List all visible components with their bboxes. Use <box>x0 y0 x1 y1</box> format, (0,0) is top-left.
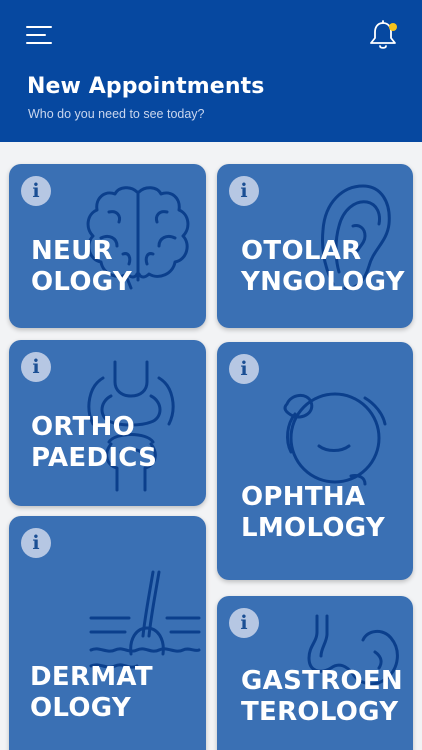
card-title: OPHTHA LMOLOGY <box>241 482 385 544</box>
card-title: OTOLAR YNGOLOGY <box>241 236 405 298</box>
card-otolaryngology[interactable]: i OTOLAR YNGOLOGY <box>217 164 413 328</box>
card-title: GASTROEN TEROLOGY <box>241 666 403 728</box>
card-orthopaedics[interactable]: i ORTHO PAEDICS <box>9 340 206 506</box>
card-title: DERMAT OLOGY <box>30 662 153 724</box>
card-neurology[interactable]: i NEUR OLOGY <box>9 164 206 328</box>
notification-bell-icon[interactable] <box>366 18 400 52</box>
notification-dot <box>389 23 397 31</box>
card-gastroenterology[interactable]: i GASTROEN TEROLOGY <box>217 596 413 750</box>
card-title-line2: YNGOLOGY <box>241 267 405 297</box>
card-title-line1: OPHTHA <box>241 482 366 512</box>
card-dermatology[interactable]: i DERMAT OLOGY <box>9 516 206 750</box>
card-title-line2: TEROLOGY <box>241 697 399 727</box>
info-icon[interactable]: i <box>21 352 51 382</box>
card-title: NEUR OLOGY <box>31 236 132 298</box>
page-title: New Appointments <box>27 74 265 99</box>
info-icon[interactable]: i <box>229 354 259 384</box>
card-title-line1: OTOLAR <box>241 236 362 266</box>
card-title-line1: ORTHO <box>31 412 136 442</box>
page-subtitle: Who do you need to see today? <box>28 107 205 121</box>
hamburger-menu-icon[interactable] <box>26 24 54 46</box>
info-icon[interactable]: i <box>21 176 51 206</box>
info-icon[interactable]: i <box>229 608 259 638</box>
card-title-line2: PAEDICS <box>31 443 158 473</box>
info-icon[interactable]: i <box>229 176 259 206</box>
card-title-line2: OLOGY <box>31 267 132 297</box>
card-title-line1: DERMAT <box>30 662 153 692</box>
eyeball-icon <box>279 380 391 488</box>
card-title-line1: GASTROEN <box>241 666 403 696</box>
info-icon[interactable]: i <box>21 528 51 558</box>
card-ophthalmology[interactable]: i OPHTHA LMOLOGY <box>217 342 413 580</box>
card-title-line1: NEUR <box>31 236 113 266</box>
card-title: ORTHO PAEDICS <box>31 412 157 474</box>
card-title-line2: LMOLOGY <box>241 513 385 543</box>
card-title-line2: OLOGY <box>30 693 131 723</box>
app-header: New Appointments Who do you need to see … <box>0 0 422 142</box>
